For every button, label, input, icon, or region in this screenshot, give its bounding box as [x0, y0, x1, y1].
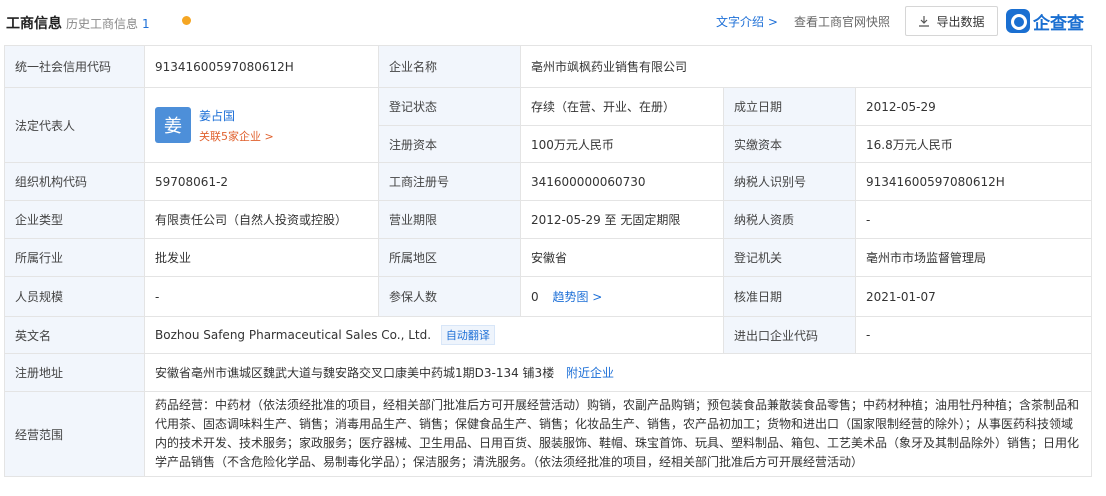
qcc-logo-icon: [1006, 9, 1030, 33]
org-code-value: 59708061-2: [144, 162, 379, 201]
english-name-label: 英文名: [4, 316, 145, 354]
status-label: 登记状态: [378, 87, 521, 126]
company-type-value: 有限责任公司（自然人投资或控股）: [144, 200, 379, 239]
official-snapshot-link[interactable]: 查看工商官网快照: [794, 13, 890, 30]
address-cell: 安徽省亳州市谯城区魏武大道与魏安路交叉口康美中药城1期D3-134 铺3楼 附近…: [143, 353, 1093, 392]
founded-value: 2012-05-29: [854, 87, 1093, 126]
brand-logo: 企查查: [1006, 8, 1084, 34]
table-row: 经营范围 药品经营：中药材（依法须经批准的项目，经相关部门批准后方可开展经营活动…: [4, 391, 1093, 477]
authority-value: 亳州市市场监督管理局: [854, 238, 1093, 277]
legal-rep-label: 法定代表人: [4, 87, 145, 163]
english-name-value: Bozhou Safeng Pharmaceutical Sales Co., …: [155, 328, 432, 342]
approval-date-value: 2021-01-07: [854, 276, 1093, 317]
import-export-value: -: [854, 316, 1093, 354]
notification-dot-icon: [182, 16, 191, 25]
insured-cell: 0 趋势图 >: [520, 276, 724, 317]
import-export-label: 进出口企业代码: [723, 316, 856, 354]
industry-value: 批发业: [144, 238, 379, 277]
auto-translate-badge[interactable]: 自动翻译: [440, 325, 495, 345]
taxpayer-qual-value: -: [854, 200, 1093, 239]
brand-name: 企查查: [1033, 13, 1084, 34]
business-info-table: 统一社会信用代码 91341600597080612H 企业名称 亳州市飒枫药业…: [4, 45, 1093, 477]
founded-label: 成立日期: [723, 87, 856, 126]
org-code-label: 组织机构代码: [4, 162, 145, 201]
paid-capital-label: 实缴资本: [723, 125, 856, 163]
taxpayer-id-label: 纳税人识别号: [723, 162, 856, 201]
english-name-cell: Bozhou Safeng Pharmaceutical Sales Co., …: [144, 316, 724, 354]
insured-value: 0: [531, 290, 539, 304]
taxpayer-id-value: 91341600597080612H: [854, 162, 1093, 201]
history-count[interactable]: 1: [142, 17, 150, 31]
scope-value: 药品经营：中药材（依法须经批准的项目，经相关部门批准后方可开展经营活动）购销，农…: [143, 391, 1093, 477]
staff-size-label: 人员规模: [4, 276, 145, 317]
address-value: 安徽省亳州市谯城区魏武大道与魏安路交叉口康美中药城1期D3-134 铺3楼: [155, 366, 555, 380]
legal-rep-cell: 姜 姜占国 关联5家企业 >: [144, 87, 379, 163]
insured-label: 参保人数: [378, 276, 521, 317]
region-value: 安徽省: [520, 238, 724, 277]
company-type-label: 企业类型: [4, 200, 145, 239]
scope-label: 经营范围: [4, 391, 145, 477]
reg-capital-label: 注册资本: [378, 125, 521, 163]
text-intro-link[interactable]: 文字介绍 >: [716, 13, 778, 30]
table-row: 英文名 Bozhou Safeng Pharmaceutical Sales C…: [4, 316, 1093, 354]
reg-no-label: 工商注册号: [378, 162, 521, 201]
table-row: 统一社会信用代码 91341600597080612H 企业名称 亳州市飒枫药业…: [4, 45, 1093, 88]
company-name-label: 企业名称: [378, 45, 521, 88]
insured-trend-link[interactable]: 趋势图 >: [552, 290, 602, 304]
table-row: 法定代表人 姜 姜占国 关联5家企业 > 登记状态 存续（在营、开业、在册） 成…: [4, 87, 1093, 163]
table-row: 人员规模 - 参保人数 0 趋势图 > 核准日期 2021-01-07: [4, 276, 1093, 317]
table-row: 企业类型 有限责任公司（自然人投资或控股） 营业期限 2012-05-29 至 …: [4, 200, 1093, 239]
paid-capital-value: 16.8万元人民币: [854, 125, 1093, 163]
term-label: 营业期限: [378, 200, 521, 239]
table-row: 所属行业 批发业 所属地区 安徽省 登记机关 亳州市市场监督管理局: [4, 238, 1093, 277]
table-row: 组织机构代码 59708061-2 工商注册号 341600000060730 …: [4, 162, 1093, 201]
region-label: 所属地区: [378, 238, 521, 277]
company-name-value: 亳州市飒枫药业销售有限公司: [519, 45, 1093, 88]
history-label[interactable]: 历史工商信息: [66, 17, 138, 31]
address-label: 注册地址: [4, 353, 145, 392]
download-icon: [919, 16, 930, 27]
authority-label: 登记机关: [723, 238, 856, 277]
export-data-label[interactable]: 导出数据: [936, 13, 984, 30]
header: 工商信息 历史工商信息 1 文字介绍 > 查看工商官网快照 导出数据 企查查: [0, 0, 1106, 42]
table-row: 注册地址 安徽省亳州市谯城区魏武大道与魏安路交叉口康美中药城1期D3-134 铺…: [4, 353, 1093, 392]
staff-size-value: -: [144, 276, 379, 317]
credit-code-value: 91341600597080612H: [144, 45, 379, 88]
taxpayer-qual-label: 纳税人资质: [723, 200, 856, 239]
legal-rep-name-link[interactable]: 姜占国: [199, 107, 274, 124]
status-value: 存续（在营、开业、在册）: [520, 87, 724, 126]
nearby-companies-link[interactable]: 附近企业: [566, 366, 614, 380]
export-data-button[interactable]: 导出数据: [905, 6, 998, 36]
avatar[interactable]: 姜: [155, 107, 191, 143]
term-value: 2012-05-29 至 无固定期限: [520, 200, 724, 239]
approval-date-label: 核准日期: [723, 276, 856, 317]
history-link[interactable]: 历史工商信息 1: [66, 15, 150, 32]
related-companies-link[interactable]: 关联5家企业 >: [199, 128, 274, 144]
reg-capital-value: 100万元人民币: [520, 125, 724, 163]
reg-no-value: 341600000060730: [520, 162, 724, 201]
industry-label: 所属行业: [4, 238, 145, 277]
credit-code-label: 统一社会信用代码: [4, 45, 145, 88]
page-title: 工商信息: [6, 16, 62, 32]
